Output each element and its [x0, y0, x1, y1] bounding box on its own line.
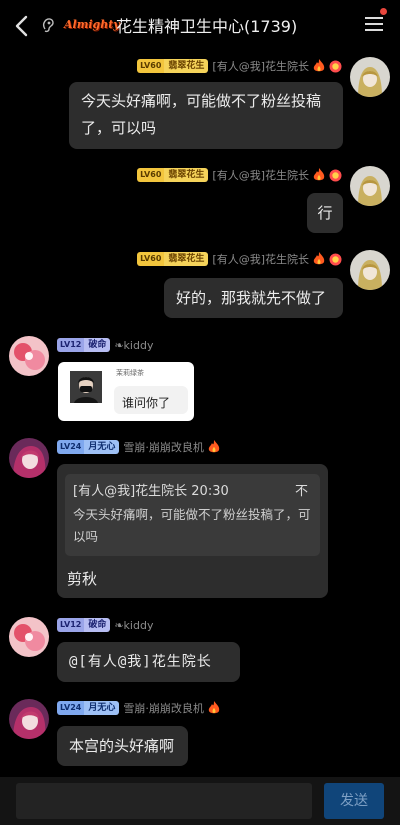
sender-name[interactable]: [有人@我]花生院长 — [212, 167, 309, 183]
input-bar: 发送 — [0, 777, 400, 825]
group-logo: Almighty — [64, 18, 120, 31]
menu-icon[interactable] — [364, 15, 384, 33]
sender-name[interactable]: 雪崩·崩崩改良机 — [123, 700, 204, 716]
fire-icon — [313, 252, 325, 265]
sender-name[interactable]: [有人@我]花生院长 — [212, 58, 309, 74]
quoted-message[interactable]: [有人@我]花生院长 20:30 不 今天头好痛啊，可能做不了粉丝投稿了，可以吗 — [65, 474, 320, 556]
avatar[interactable] — [9, 617, 49, 657]
back-arrow-icon[interactable] — [12, 14, 32, 38]
avatar[interactable] — [350, 166, 390, 206]
reply-message-bubble[interactable]: [有人@我]花生院长 20:30 不 今天头好痛啊，可能做不了粉丝投稿了，可以吗… — [57, 464, 328, 598]
level-badge: LV60 翡翠花生 — [137, 252, 209, 266]
avatar[interactable] — [350, 250, 390, 290]
level-badge: LV60 翡翠花生 — [137, 168, 209, 182]
message-meta: LV60 翡翠花生 [有人@我]花生院长 — [137, 250, 342, 268]
fire-icon — [208, 440, 220, 453]
level-badge: LV24 月无心 — [57, 440, 120, 454]
medal-icon — [329, 60, 342, 72]
message-meta: LV24 月无心 雪崩·崩崩改良机 — [57, 699, 220, 717]
quoted-body: 今天头好痛啊，可能做不了粉丝投稿了，可以吗 — [73, 507, 311, 544]
message-bubble[interactable]: 好的，那我就先不做了 — [164, 278, 343, 318]
image-text: 谁问你了 — [122, 396, 171, 410]
message-meta: LV12 破命 ❧kiddy — [57, 616, 153, 634]
sender-name[interactable]: [有人@我]花生院长 — [212, 251, 309, 267]
notification-dot — [380, 8, 387, 15]
chat-title: 花生精神卫生中心(1739) — [116, 17, 298, 36]
medal-icon — [329, 253, 342, 265]
message-bubble[interactable]: 本宫的头好痛啊 — [57, 726, 188, 766]
sender-name[interactable]: 雪崩·崩崩改良机 — [123, 439, 204, 455]
reply-text: 剪秋 — [67, 570, 98, 588]
level-badge: LV12 破命 — [57, 338, 111, 352]
fire-icon — [208, 701, 220, 714]
send-button[interactable]: 发送 — [324, 783, 384, 819]
profile-thumbnail — [70, 371, 102, 403]
chat-header: Almighty 花生精神卫生中心(1739) — [0, 0, 400, 50]
message-input[interactable] — [16, 783, 312, 819]
message-bubble[interactable]: @[有人@我]花生院长 — [57, 642, 240, 682]
message-meta: LV60 翡翠花生 [有人@我]花生院长 — [137, 57, 342, 75]
level-badge: LV24 月无心 — [57, 701, 120, 715]
avatar[interactable] — [9, 336, 49, 376]
image-caption: 茉莉绿茶 — [116, 369, 144, 377]
message-meta: LV60 翡翠花生 [有人@我]花生院长 — [137, 166, 342, 184]
image-message[interactable]: 茉莉绿茶 谁问你了 — [58, 362, 194, 421]
level-badge: LV12 破命 — [57, 618, 111, 632]
message-bubble[interactable]: 行 — [307, 193, 343, 233]
voice-icon[interactable] — [42, 17, 56, 33]
message-bubble[interactable]: 今天头好痛啊，可能做不了粉丝投稿了，可以吗 — [69, 82, 343, 149]
fire-icon — [313, 59, 325, 72]
level-badge: LV60 翡翠花生 — [137, 59, 209, 73]
message-meta: LV12 破命 ❧kiddy — [57, 336, 153, 354]
message-meta: LV24 月无心 雪崩·崩崩改良机 — [57, 438, 220, 456]
quoted-header: [有人@我]花生院长 20:30 — [73, 484, 229, 499]
avatar[interactable] — [350, 57, 390, 97]
avatar[interactable] — [9, 699, 49, 739]
fire-icon — [313, 168, 325, 181]
sender-name[interactable]: ❧kiddy — [114, 619, 153, 632]
medal-icon — [329, 169, 342, 181]
avatar[interactable] — [9, 438, 49, 478]
sender-name[interactable]: ❧kiddy — [114, 339, 153, 352]
quoted-close-text: 不 — [294, 484, 308, 499]
